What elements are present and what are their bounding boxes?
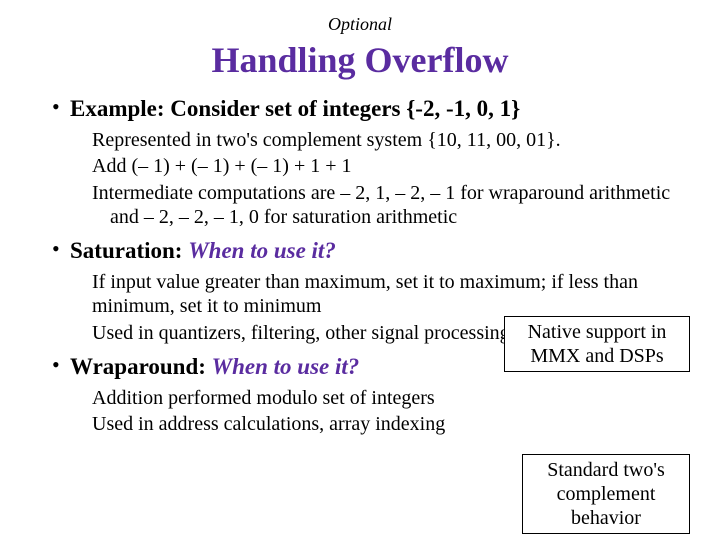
optional-label: Optional — [38, 14, 682, 35]
wraparound-line-2: Used in address calculations, array inde… — [92, 412, 522, 436]
bullet-example-heading: Example: Consider set of integers {-2, -… — [70, 96, 520, 121]
wraparound-heading-question: When to use it? — [212, 354, 360, 379]
example-line-3: Intermediate computations are – 2, 1, – … — [92, 181, 682, 230]
wraparound-line-1: Addition performed modulo set of integer… — [92, 386, 522, 410]
bullet-example: Example: Consider set of integers {-2, -… — [52, 95, 682, 229]
bullet-example-body: Represented in two's complement system {… — [92, 128, 682, 230]
bullet-wraparound-body: Addition performed modulo set of integer… — [92, 386, 522, 437]
wraparound-heading-prefix: Wraparound: — [70, 354, 212, 379]
callout-saturation: Native support in MMX and DSPs — [504, 316, 690, 372]
saturation-heading-question: When to use it? — [188, 238, 336, 263]
example-line-2: Add (– 1) + (– 1) + (– 1) + 1 + 1 — [92, 154, 682, 178]
saturation-line-1: If input value greater than maximum, set… — [92, 270, 682, 319]
slide-title: Handling Overflow — [38, 39, 682, 81]
callout-wraparound: Standard two's complement behavior — [522, 454, 690, 534]
saturation-heading-prefix: Saturation: — [70, 238, 188, 263]
example-line-1: Represented in two's complement system {… — [92, 128, 682, 152]
